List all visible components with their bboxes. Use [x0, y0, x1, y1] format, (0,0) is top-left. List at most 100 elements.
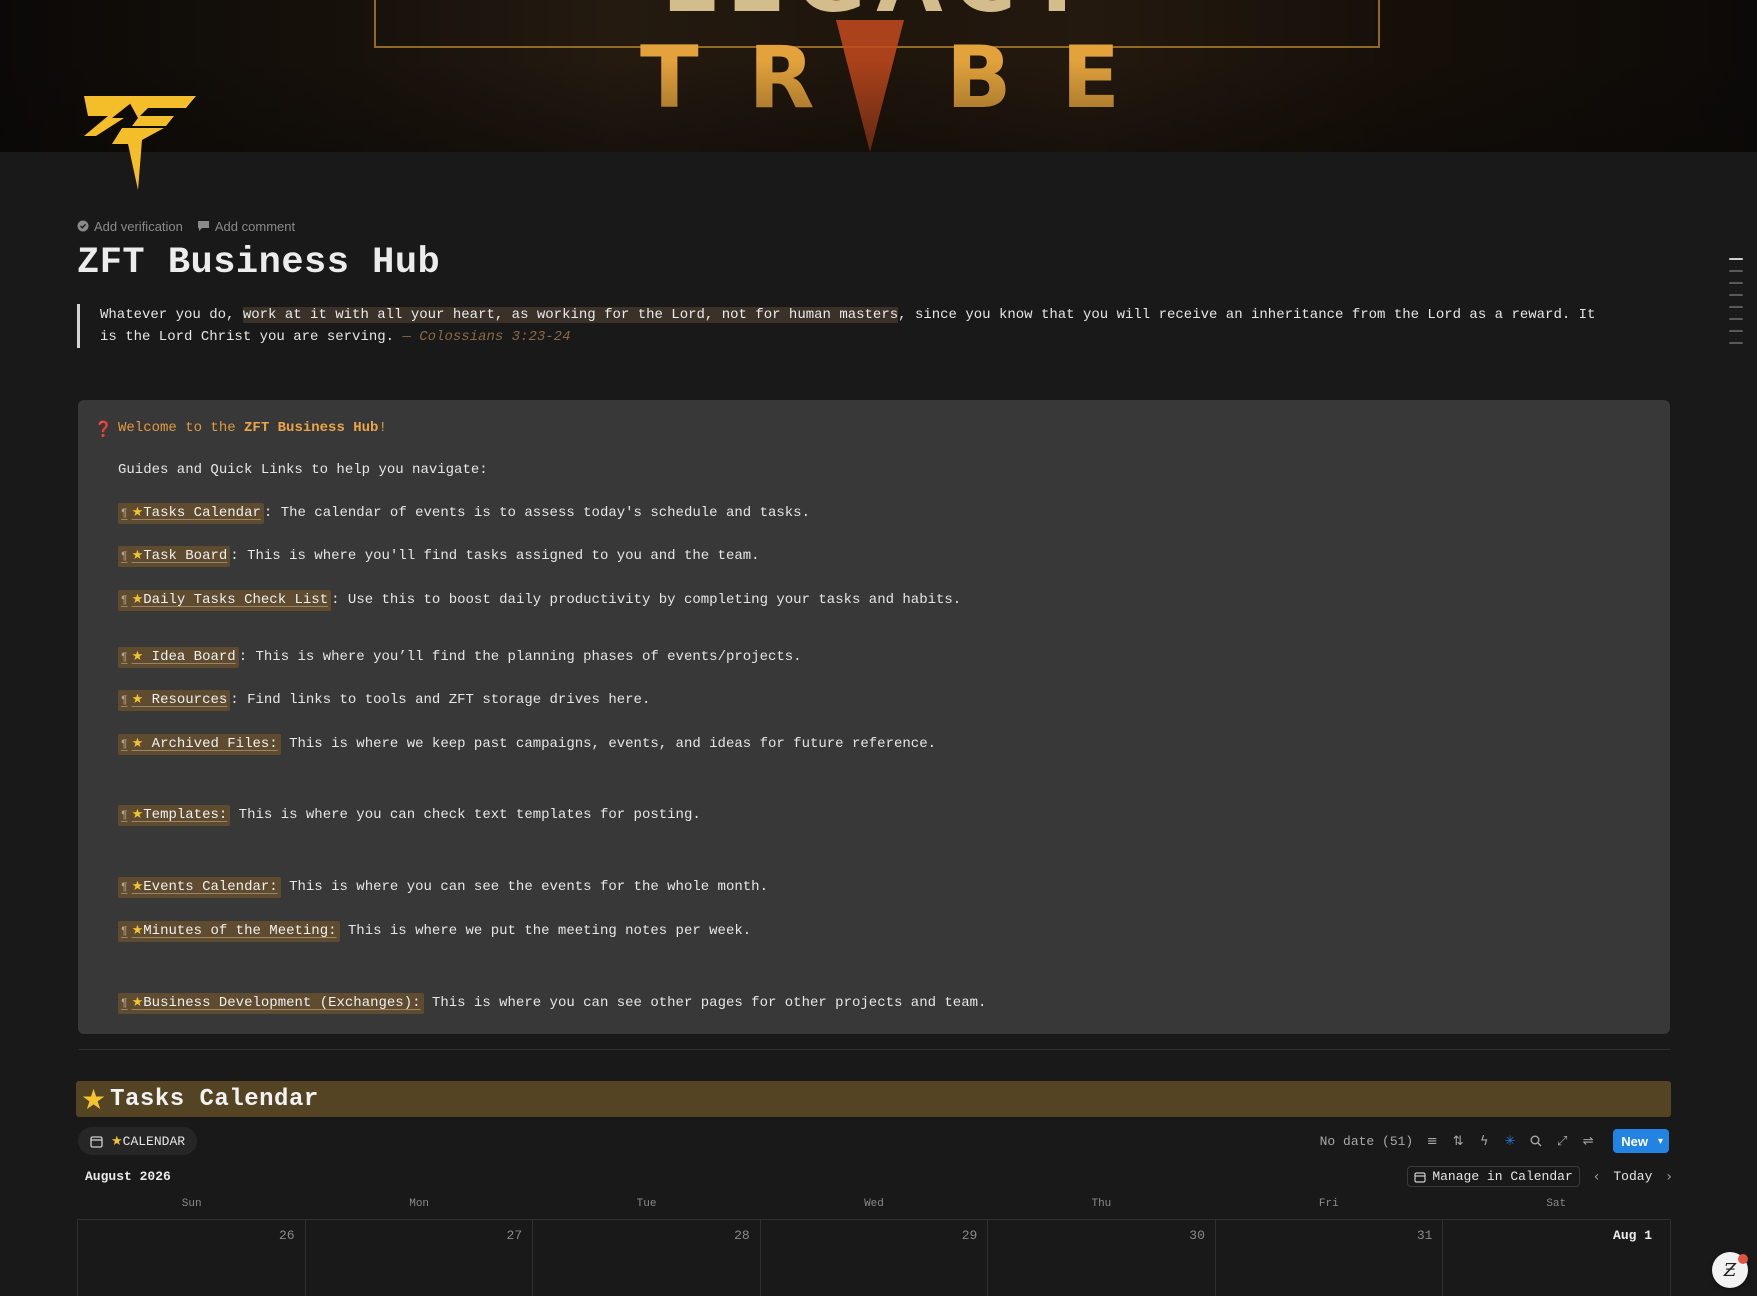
star-icon: ★	[131, 592, 144, 607]
add-comment-label: Add comment	[214, 218, 296, 234]
calendar-day-cell[interactable]: 29	[761, 1220, 989, 1296]
manage-in-calendar-button[interactable]: Manage in Calendar	[1407, 1166, 1580, 1187]
daily-tasks-check-list-link[interactable]: ¶ ★Daily Tasks Check List	[118, 590, 332, 611]
star-icon: ★	[131, 692, 144, 707]
page-icon-logo[interactable]	[82, 94, 200, 194]
toc-marker[interactable]	[1729, 258, 1743, 260]
link-label: Idea Board	[143, 649, 236, 665]
filter-icon[interactable]: ≡	[1425, 1134, 1439, 1149]
page-link-icon: ¶	[121, 998, 128, 1010]
tasks-calendar-link[interactable]: ¶ ★Tasks Calendar	[118, 503, 264, 524]
page-link-icon: ¶	[121, 695, 128, 707]
star-icon: ★	[131, 736, 144, 751]
toc-marker[interactable]	[1729, 306, 1743, 308]
no-date-button[interactable]: No date (51)	[1320, 1134, 1414, 1149]
chevron-right-icon[interactable]: ›	[1666, 1169, 1672, 1185]
cover-banner: LEGACY T R I B E	[0, 0, 1757, 152]
link-description: This is where you can check text templat…	[230, 807, 701, 823]
page-meta-actions: Add verification Add comment	[77, 218, 295, 234]
page-link-icon: ¶	[121, 508, 128, 520]
star-icon: ★	[131, 995, 144, 1010]
link-description: This is where you can see other pages fo…	[423, 995, 987, 1011]
quick-link-item: ¶ ★Templates: This is where you can check…	[118, 805, 701, 826]
weekday-label: Mon	[409, 1198, 430, 1210]
ai-sparkle-icon[interactable]: ✳	[1503, 1134, 1517, 1149]
tasks-calendar-heading[interactable]: ★ Tasks Calendar	[76, 1081, 1671, 1117]
toc-marker[interactable]	[1729, 318, 1743, 320]
calendar-day-cell[interactable]: 26	[78, 1220, 306, 1296]
toc-marker[interactable]	[1729, 330, 1743, 332]
task-board-link[interactable]: ¶ ★Task Board	[118, 546, 231, 567]
page-link-icon: ¶	[121, 739, 128, 751]
cover-shade	[0, 60, 1757, 152]
weekday-header: Sun Mon Tue Wed Thu Fri Sat	[78, 1198, 1670, 1210]
archived-files-link[interactable]: ¶ ★ Archived Files:	[118, 734, 281, 755]
manage-in-calendar-label: Manage in Calendar	[1432, 1169, 1573, 1184]
star-icon: ★	[111, 1133, 123, 1149]
day-number: 27	[506, 1228, 523, 1243]
star-icon: ★	[131, 548, 144, 563]
quick-link-item: ¶ ★Task Board: This is where you'll find …	[118, 546, 760, 567]
weekday-label: Fri	[1318, 1198, 1339, 1210]
quick-link-item: ¶ ★ Archived Files: This is where we keep…	[118, 734, 936, 755]
automation-bolt-icon[interactable]: ϟ	[1477, 1134, 1491, 1149]
divider	[78, 1049, 1670, 1050]
expand-icon[interactable]: ⤢	[1555, 1134, 1569, 1149]
new-button[interactable]: New ▾	[1613, 1129, 1669, 1153]
add-comment-button[interactable]: Add comment	[197, 219, 295, 234]
table-of-contents-markers[interactable]	[1729, 258, 1743, 354]
calendar-day-cell[interactable]: 28	[533, 1220, 761, 1296]
chevron-left-icon[interactable]: ‹	[1594, 1169, 1600, 1185]
page-link-icon: ¶	[121, 652, 128, 664]
view-tab-label: CALENDAR	[122, 1133, 186, 1149]
toc-marker[interactable]	[1729, 270, 1743, 272]
page-link-icon: ¶	[121, 595, 128, 607]
day-number: 28	[734, 1228, 750, 1243]
business-development-link[interactable]: ¶ ★Business Development (Exchanges):	[118, 993, 424, 1014]
events-calendar-link[interactable]: ¶ ★Events Calendar:	[118, 877, 281, 898]
templates-link[interactable]: ¶ ★Templates:	[118, 805, 231, 826]
scripture-quote[interactable]: Whatever you do, work at it with all you…	[77, 304, 1597, 348]
quick-link-item: ¶ ★Minutes of the Meeting: This is where …	[118, 921, 751, 942]
toc-marker[interactable]	[1729, 294, 1743, 296]
today-button[interactable]: Today	[1613, 1169, 1652, 1184]
link-label: Business Development (Exchanges):	[143, 995, 421, 1011]
weekday-label: Tue	[636, 1198, 657, 1210]
quick-link-item: ¶ ★Tasks Calendar: The calendar of events…	[118, 503, 810, 524]
new-button-label: New	[1621, 1133, 1648, 1149]
resources-link[interactable]: ¶ ★ Resources	[118, 690, 231, 711]
search-icon[interactable]	[1529, 1134, 1543, 1148]
calendar-day-cell[interactable]: 30	[988, 1220, 1216, 1296]
link-label: Daily Tasks Check List	[143, 592, 329, 608]
quick-link-item: ¶ ★ Resources: Find links to tools and ZF…	[118, 690, 650, 711]
chevron-down-icon[interactable]: ▾	[1658, 1136, 1663, 1147]
page-title[interactable]: ZFT Business Hub	[77, 242, 440, 284]
verified-badge-icon	[77, 220, 89, 232]
link-label: Archived Files:	[143, 736, 278, 752]
add-verification-label: Add verification	[94, 218, 183, 234]
toc-marker[interactable]	[1729, 282, 1743, 284]
link-description: : Use this to boost daily productivity b…	[331, 592, 962, 608]
idea-board-link[interactable]: ¶ ★ Idea Board	[118, 647, 239, 668]
add-verification-button[interactable]: Add verification	[77, 219, 183, 234]
quote-highlight: work at it with all your heart, as worki…	[242, 307, 899, 323]
link-description: : This is where you’ll find the planning…	[238, 649, 802, 665]
link-label: Task Board	[143, 548, 228, 564]
star-icon: ★	[81, 1082, 107, 1116]
calendar-grid: 26 27 28 29 30 31 Aug 1	[77, 1219, 1672, 1296]
link-label: Tasks Calendar	[143, 505, 261, 521]
day-number: 31	[1416, 1228, 1433, 1243]
page-link-icon: ¶	[121, 882, 128, 894]
calendar-view-tab[interactable]: ★CALENDAR	[78, 1127, 198, 1155]
calendar-controls: Manage in Calendar ‹ Today ›	[1407, 1166, 1672, 1187]
star-icon: ★	[131, 505, 144, 520]
calendar-day-cell[interactable]: 31	[1216, 1220, 1444, 1296]
comment-icon	[197, 221, 209, 231]
toc-marker[interactable]	[1729, 342, 1743, 344]
calendar-day-cell[interactable]: Aug 1	[1443, 1220, 1672, 1296]
sort-icon[interactable]: ⇅	[1451, 1134, 1465, 1149]
settings-sliders-icon[interactable]: ⇌	[1581, 1134, 1595, 1149]
star-icon: ★	[131, 923, 144, 938]
minutes-of-the-meeting-link[interactable]: ¶ ★Minutes of the Meeting:	[118, 921, 340, 942]
calendar-day-cell[interactable]: 27	[306, 1220, 534, 1296]
